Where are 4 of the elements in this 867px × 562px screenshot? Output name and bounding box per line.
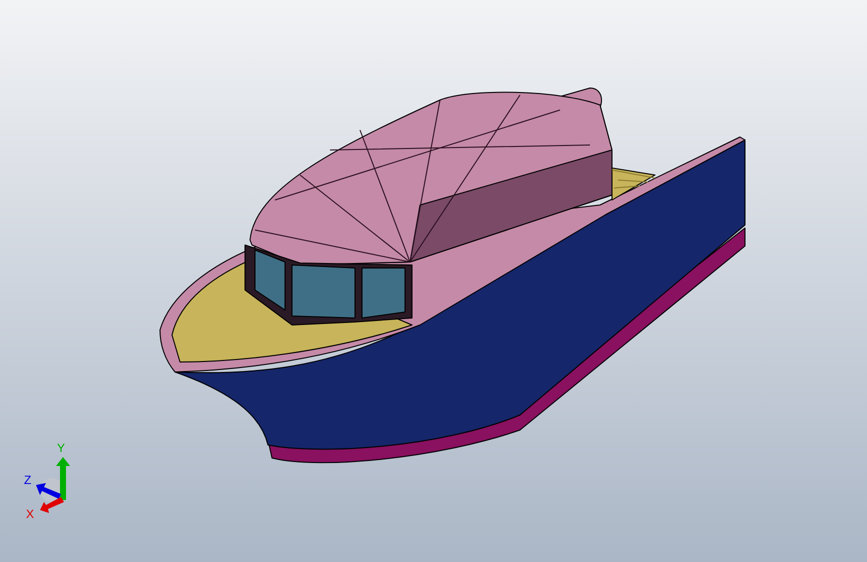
axis-label: Y [57,441,66,455]
cad-viewport[interactable]: Y Z X [0,0,867,562]
axis-label: X [26,507,34,521]
axis-label: Z [24,473,32,487]
